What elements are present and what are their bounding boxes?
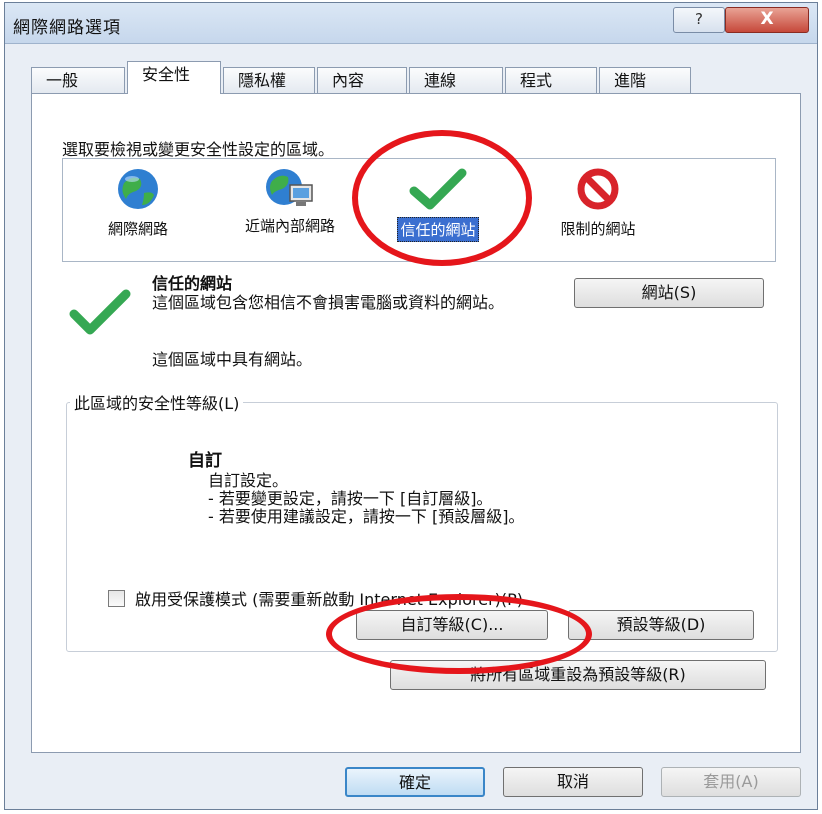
ok-button[interactable]: 確定 <box>345 767 485 797</box>
selected-zone-note: 這個區域中具有網站。 <box>152 350 313 369</box>
protected-mode-row[interactable]: 啟用受保護模式 (需要重新啟動 Internet Explorer)(P) <box>108 586 523 610</box>
security-panel: 選取要檢視或變更安全性設定的區域。 網際網路 近端內部網路 信任的網站 限制的網… <box>31 93 801 753</box>
protected-mode-checkbox[interactable] <box>108 590 125 607</box>
help-button[interactable]: ? <box>673 7 725 33</box>
security-level-name: 自訂 <box>188 451 222 471</box>
tab-advanced[interactable]: 進階 <box>599 67 691 93</box>
apply-button[interactable]: 套用(A) <box>661 767 801 797</box>
zone-internet[interactable]: 網際網路 <box>83 165 193 240</box>
zone-label: 近端內部網路 <box>244 217 335 235</box>
level-line: - 若要變更設定，請按一下 [自訂層級]。 <box>208 489 493 508</box>
level-line: - 若要使用建議設定，請按一下 [預設層級]。 <box>208 507 525 526</box>
zone-list: 網際網路 近端內部網路 信任的網站 限制的網站 <box>62 158 776 262</box>
zone-prompt: 選取要檢視或變更安全性設定的區域。 <box>62 140 335 159</box>
tab-connections[interactable]: 連線 <box>409 67 503 93</box>
globe-icon <box>118 169 158 209</box>
tab-content[interactable]: 內容 <box>317 67 407 93</box>
tab-general[interactable]: 一般 <box>31 67 125 93</box>
protected-mode-label: 啟用受保護模式 (需要重新啟動 Internet Explorer)(P) <box>135 590 524 609</box>
check-mark-icon <box>69 289 131 335</box>
title-bar: 網際網路選項 ? X <box>5 3 817 44</box>
prohibited-icon <box>577 168 619 210</box>
tab-privacy[interactable]: 隱私權 <box>223 67 315 93</box>
close-button[interactable]: X <box>725 7 809 33</box>
check-mark-icon <box>409 168 467 210</box>
tab-security[interactable]: 安全性 <box>127 61 221 94</box>
security-level-label: 此區域的安全性等級(L) <box>70 390 244 414</box>
security-level-description: 自訂設定。 - 若要變更設定，請按一下 [自訂層級]。 - 若要使用建議設定，請… <box>208 472 524 526</box>
zone-label: 限制的網站 <box>560 220 636 238</box>
selected-zone-title: 信任的網站 <box>152 274 233 293</box>
zone-trusted-sites[interactable]: 信任的網站 <box>363 165 513 242</box>
zone-label: 信任的網站 <box>397 217 479 242</box>
sites-button[interactable]: 網站(S) <box>574 278 764 308</box>
default-level-button[interactable]: 預設等級(D) <box>568 610 754 640</box>
zone-local-intranet[interactable]: 近端內部網路 <box>215 165 365 236</box>
local-intranet-icon <box>266 169 313 206</box>
window-title: 網際網路選項 <box>13 18 121 38</box>
tab-programs[interactable]: 程式 <box>505 67 597 93</box>
zone-label: 網際網路 <box>107 220 168 238</box>
selected-zone-description: 這個區域包含您相信不會損害電腦或資料的網站。 <box>152 293 505 312</box>
level-line: 自訂設定。 <box>208 471 289 490</box>
custom-level-button[interactable]: 自訂等級(C)... <box>356 610 548 640</box>
zone-restricted-sites[interactable]: 限制的網站 <box>523 165 673 240</box>
reset-all-zones-button[interactable]: 將所有區域重設為預設等級(R) <box>390 660 766 690</box>
cancel-button[interactable]: 取消 <box>503 767 643 797</box>
internet-options-dialog: 網際網路選項 ? X 一般 安全性 隱私權 內容 連線 程式 進階 選取要檢視或… <box>4 2 818 810</box>
